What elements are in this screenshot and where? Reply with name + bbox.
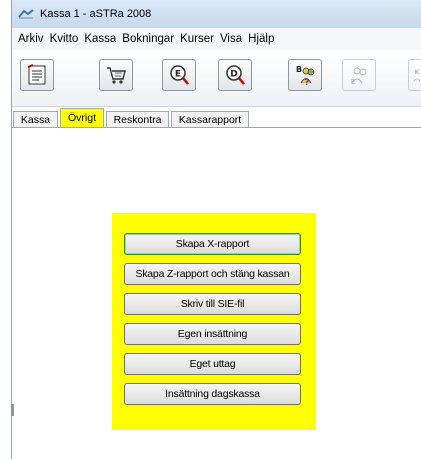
e-users-button[interactable]: E bbox=[342, 59, 376, 91]
menu-bokningar[interactable]: Bokningar bbox=[119, 33, 177, 45]
ovrigt-tab-panel: Skapa X-rapport Skapa Z-rapport och stän… bbox=[12, 128, 421, 459]
tab-kassarapport[interactable]: Kassarapport bbox=[171, 111, 249, 127]
toolbar: E D B ? E K bbox=[12, 50, 421, 107]
resize-handle[interactable] bbox=[11, 404, 14, 416]
write-sie-file-button[interactable]: Skriv till SIE-fil bbox=[124, 293, 301, 315]
k-button[interactable]: K bbox=[408, 59, 421, 91]
tab-ovrigt[interactable]: Övrigt bbox=[60, 108, 104, 128]
create-x-report-button[interactable]: Skapa X-rapport bbox=[124, 233, 301, 255]
actions-panel: Skapa X-rapport Skapa Z-rapport och stän… bbox=[112, 213, 316, 430]
create-z-report-button[interactable]: Skapa Z-rapport och stäng kassan bbox=[124, 263, 301, 285]
shopping-cart-icon bbox=[107, 67, 126, 84]
cart-button[interactable] bbox=[99, 59, 133, 91]
tab-reskontra[interactable]: Reskontra bbox=[106, 111, 169, 127]
menu-kurser[interactable]: Kurser bbox=[177, 33, 217, 45]
tab-strip: Kassa Övrigt Reskontra Kassarapport bbox=[12, 108, 421, 128]
svg-text:E: E bbox=[175, 70, 181, 80]
app-icon bbox=[18, 9, 34, 19]
d-search-icon: D bbox=[226, 65, 245, 85]
tab-kassa[interactable]: Kassa bbox=[13, 111, 58, 127]
daily-cash-deposit-button[interactable]: Insättning dagskassa bbox=[124, 383, 301, 405]
menu-visa[interactable]: Visa bbox=[217, 33, 245, 45]
booking-help-button[interactable]: B ? bbox=[288, 59, 322, 91]
menu-bar: Arkiv Kvitto Kassa Bokningar Kurser Visa… bbox=[12, 28, 421, 50]
search-d-button[interactable]: D bbox=[218, 59, 252, 91]
e-search-icon: E bbox=[170, 65, 189, 85]
svg-text:D: D bbox=[230, 70, 237, 80]
k-icon: K bbox=[413, 69, 420, 82]
menu-kvitto[interactable]: Kvitto bbox=[47, 33, 82, 45]
question-label: ? bbox=[304, 78, 309, 87]
menu-kassa[interactable]: Kassa bbox=[81, 33, 119, 45]
menu-hjalp[interactable]: Hjälp bbox=[245, 33, 277, 45]
e-label: E bbox=[351, 78, 355, 86]
k-label: K bbox=[414, 69, 420, 76]
own-withdrawal-button[interactable]: Eget uttag bbox=[124, 353, 301, 375]
e-users-icon: E bbox=[351, 67, 367, 86]
b-label: B bbox=[296, 65, 302, 74]
search-e-button[interactable]: E bbox=[162, 59, 196, 91]
own-deposit-button[interactable]: Egen insättning bbox=[124, 323, 301, 345]
b-question-icon: B ? bbox=[296, 65, 315, 87]
receipt-list-icon bbox=[27, 64, 46, 85]
receipt-button[interactable] bbox=[20, 59, 54, 91]
window-title: Kassa 1 - aSTRa 2008 bbox=[40, 8, 152, 20]
title-bar[interactable]: Kassa 1 - aSTRa 2008 bbox=[12, 0, 421, 29]
app-window: Kassa 1 - aSTRa 2008 Arkiv Kvitto Kassa … bbox=[11, 0, 421, 459]
menu-arkiv[interactable]: Arkiv bbox=[12, 33, 47, 45]
